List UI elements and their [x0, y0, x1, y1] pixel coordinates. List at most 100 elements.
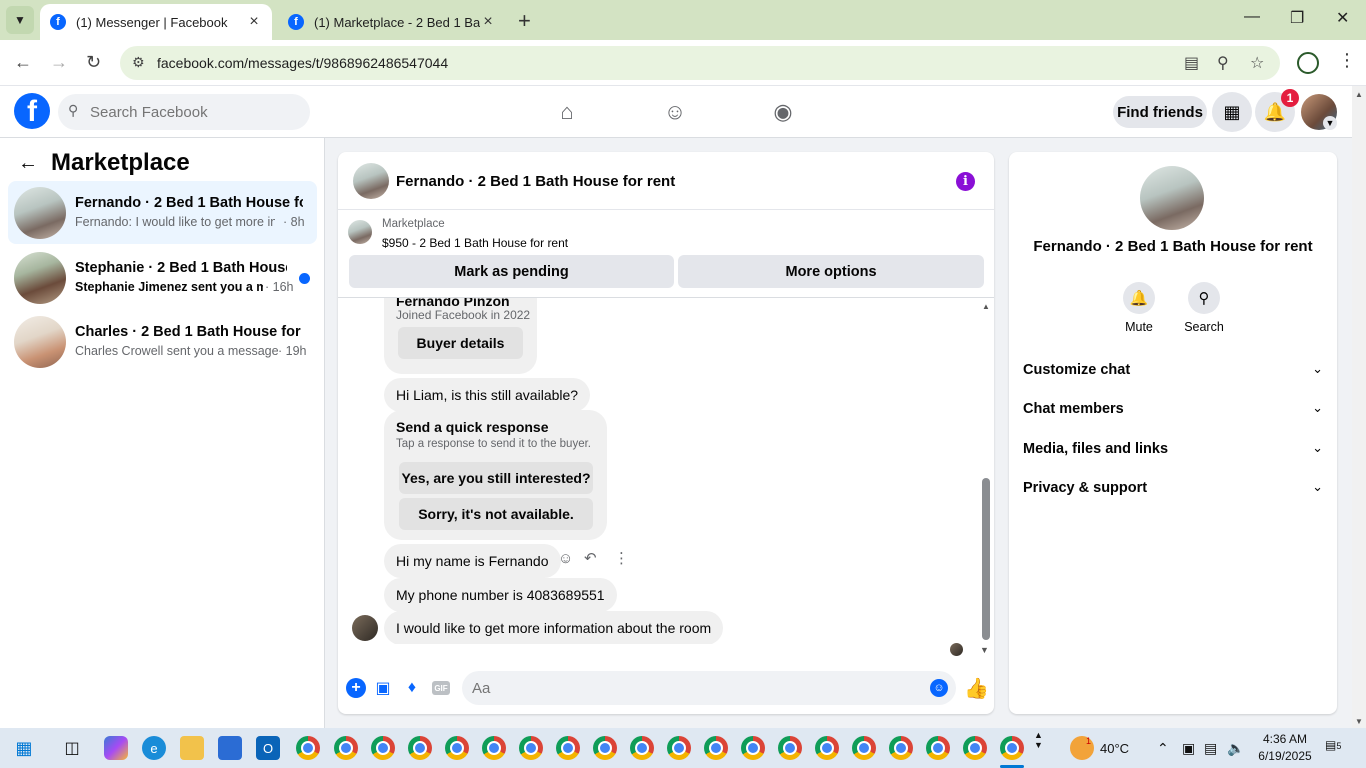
install-app-icon[interactable]: ▤: [1184, 53, 1199, 73]
facebook-logo-icon[interactable]: f: [14, 93, 50, 129]
scroll-up-icon[interactable]: ▲: [982, 302, 990, 311]
taskbar-scroll-icon[interactable]: ▲ ▼: [1034, 730, 1043, 750]
search-icon[interactable]: ⚲: [1188, 282, 1220, 314]
url-text[interactable]: facebook.com/messages/t/9868962486547044: [157, 55, 448, 71]
buyer-details-button[interactable]: Buyer details: [398, 327, 523, 359]
conversation-item-stephanie[interactable]: Stephanie · 2 Bed 1 Bath House f... Step…: [8, 246, 317, 309]
restore-icon[interactable]: ❐: [1290, 8, 1304, 28]
scrollbar-thumb[interactable]: [982, 478, 990, 640]
message-bubble[interactable]: Hi my name is Fernando: [384, 544, 561, 578]
meet-now-icon[interactable]: ▣: [1182, 740, 1195, 757]
tab-messenger[interactable]: f (1) Messenger | Facebook ×: [40, 4, 272, 40]
tab-marketplace[interactable]: f (1) Marketplace - 2 Bed 1 Bath ×: [278, 4, 506, 40]
chrome-icon[interactable]: [963, 736, 987, 760]
chrome-icon[interactable]: [852, 736, 876, 760]
tab-search-menu-button[interactable]: ▼: [6, 6, 34, 34]
quick-response-option[interactable]: Yes, are you still interested?: [399, 462, 593, 494]
chevron-down-icon[interactable]: ▼: [1323, 116, 1337, 130]
chrome-icon[interactable]: [445, 736, 469, 760]
chrome-icon[interactable]: [408, 736, 432, 760]
site-info-icon[interactable]: ⚙: [132, 54, 145, 71]
chrome-icon[interactable]: [889, 736, 913, 760]
message-scrollbar[interactable]: ▲: [982, 298, 990, 644]
home-icon[interactable]: ⌂: [552, 98, 582, 126]
react-icon[interactable]: ☺: [558, 550, 573, 567]
reply-icon[interactable]: ↶: [584, 549, 597, 567]
message-list[interactable]: Fernando Pinzon Joined Facebook in 2022 …: [338, 298, 994, 644]
chrome-icon[interactable]: [334, 736, 358, 760]
gif-icon[interactable]: GIF: [432, 681, 450, 695]
chat-title[interactable]: Fernando · 2 Bed 1 Bath House for rent: [396, 173, 675, 190]
omnibox[interactable]: ⚙ facebook.com/messages/t/98689624865470…: [120, 46, 1280, 80]
file-explorer-icon[interactable]: [180, 736, 204, 760]
search-action[interactable]: ⚲ Search: [1174, 282, 1234, 334]
photo-icon[interactable]: ▣: [373, 678, 393, 698]
more-options-button[interactable]: More options: [678, 255, 984, 288]
close-tab-icon[interactable]: ×: [480, 13, 496, 31]
chevron-up-icon[interactable]: ⌃: [1157, 740, 1169, 757]
conversation-item-charles[interactable]: Charles · 2 Bed 1 Bath House for re... C…: [8, 310, 317, 373]
zoom-icon[interactable]: ⚲: [1217, 53, 1229, 73]
conversation-item-fernando[interactable]: Fernando · 2 Bed 1 Bath House for ... Fe…: [8, 181, 317, 244]
chrome-icon[interactable]: [556, 736, 580, 760]
reload-icon[interactable]: ↻: [86, 52, 101, 73]
scroll-down-icon[interactable]: ▼: [1355, 717, 1363, 726]
add-plus-icon[interactable]: +: [346, 678, 366, 698]
sticker-icon[interactable]: ♦: [402, 678, 422, 698]
chrome-icon[interactable]: [630, 736, 654, 760]
chrome-icon[interactable]: [371, 736, 395, 760]
menu-grid-icon[interactable]: ▦: [1212, 92, 1252, 132]
bell-icon[interactable]: 🔔: [1123, 282, 1155, 314]
back-icon[interactable]: ←: [14, 52, 32, 73]
back-arrow-icon[interactable]: ←: [18, 152, 38, 175]
facebook-search[interactable]: ⚲: [58, 94, 310, 130]
page-scrollbar[interactable]: ▲ ▼: [1352, 86, 1366, 728]
outlook-icon[interactable]: O: [256, 736, 280, 760]
chrome-profile-icon[interactable]: [1297, 52, 1319, 74]
section-privacy-support[interactable]: Privacy & support ⌄: [1015, 469, 1331, 507]
thumbs-up-icon[interactable]: 👍: [964, 676, 989, 701]
chrome-icon[interactable]: [1000, 736, 1024, 760]
message-input[interactable]: [472, 671, 912, 705]
new-tab-button[interactable]: +: [518, 8, 531, 34]
network-icon[interactable]: ▤: [1204, 740, 1217, 757]
store-icon[interactable]: [218, 736, 242, 760]
task-view-icon[interactable]: ◫: [60, 736, 84, 760]
chrome-icon[interactable]: [741, 736, 765, 760]
chrome-icon[interactable]: [667, 736, 691, 760]
chrome-icon[interactable]: [593, 736, 617, 760]
volume-icon[interactable]: 🔈: [1227, 740, 1244, 757]
section-customize-chat[interactable]: Customize chat ⌄: [1015, 351, 1331, 389]
chat-avatar[interactable]: [353, 163, 389, 199]
message-bubble[interactable]: My phone number is 4083689551: [384, 578, 617, 612]
forward-icon[interactable]: →: [50, 52, 68, 73]
sender-avatar[interactable]: [352, 615, 378, 641]
emoji-icon[interactable]: ☺: [930, 679, 948, 697]
copilot-icon[interactable]: [104, 736, 128, 760]
chrome-icon[interactable]: [926, 736, 950, 760]
listing-price-title[interactable]: $950 - 2 Bed 1 Bath House for rent: [382, 236, 568, 250]
search-input[interactable]: [90, 94, 300, 130]
message-input-wrapper[interactable]: ☺: [462, 671, 956, 705]
chrome-icon[interactable]: [296, 736, 320, 760]
friends-icon[interactable]: ☺: [660, 98, 690, 126]
bookmark-star-icon[interactable]: ☆: [1250, 53, 1264, 73]
chrome-icon[interactable]: [704, 736, 728, 760]
clock-time[interactable]: 4:36 AM: [1256, 732, 1314, 746]
temperature[interactable]: 40°C: [1100, 741, 1129, 756]
chrome-icon[interactable]: [815, 736, 839, 760]
window-close-icon[interactable]: ✕: [1336, 8, 1349, 28]
clock-date[interactable]: 6/19/2025: [1252, 749, 1318, 763]
scroll-down-icon[interactable]: ▼: [980, 645, 989, 655]
minimize-icon[interactable]: —: [1244, 8, 1260, 26]
message-bubble[interactable]: I would like to get more information abo…: [384, 611, 724, 644]
windows-start-icon[interactable]: ▦: [12, 736, 36, 760]
close-tab-icon[interactable]: ×: [246, 13, 262, 31]
chrome-icon[interactable]: [778, 736, 802, 760]
chrome-menu-icon[interactable]: ⋮: [1338, 50, 1356, 71]
section-chat-members[interactable]: Chat members ⌄: [1015, 390, 1331, 428]
section-media-files-links[interactable]: Media, files and links ⌄: [1015, 430, 1331, 468]
chrome-icon[interactable]: [482, 736, 506, 760]
message-bubble[interactable]: Hi Liam, is this still available?: [384, 378, 591, 412]
scroll-up-icon[interactable]: ▲: [1355, 90, 1363, 99]
